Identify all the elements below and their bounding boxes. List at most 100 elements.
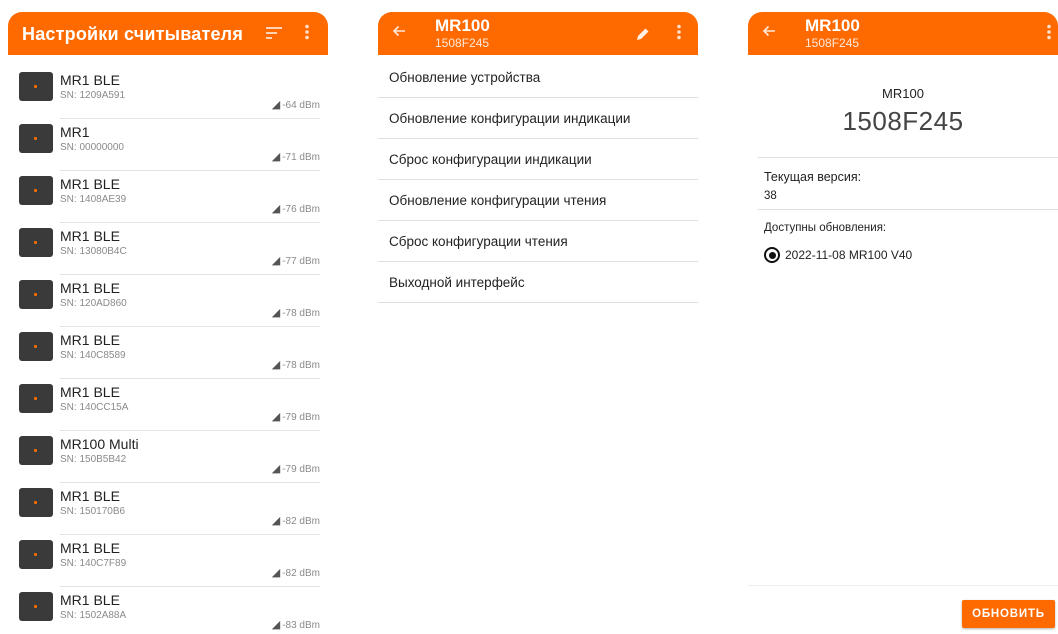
- signal-value: -82 dBm: [282, 568, 320, 579]
- arrow-back-icon[interactable]: [392, 22, 406, 43]
- reader-device-icon: [19, 124, 53, 153]
- reader-serial: SN: 1408AE39: [60, 194, 127, 205]
- menu-item-label: Обновление конфигурации индикации: [389, 111, 631, 126]
- device-subtitle: 1508F245: [805, 36, 860, 50]
- reader-name: MR1 BLE: [60, 332, 120, 348]
- device-title: MR100: [805, 16, 860, 35]
- reader-list-item[interactable]: MR1 BLE SN: 1209A591 ◢ -64 dBm: [8, 67, 328, 119]
- signal-value: -64 dBm: [282, 100, 320, 111]
- divider: [758, 209, 1058, 210]
- reader-name: MR1 BLE: [60, 176, 120, 192]
- screen-title: Настройки считывателя: [22, 24, 244, 44]
- signal-strength: ◢ -78 dBm: [272, 358, 320, 371]
- app-bar: MR100 1508F245: [748, 12, 1058, 55]
- signal-value: -82 dBm: [282, 516, 320, 527]
- signal-value: -71 dBm: [282, 152, 320, 163]
- menu-item[interactable]: Сброс конфигурации чтения: [378, 221, 698, 262]
- signal-strength: ◢ -82 dBm: [272, 514, 320, 527]
- reader-device-icon: [19, 280, 53, 309]
- reader-name: MR1 BLE: [60, 228, 120, 244]
- reader-serial: SN: 00000000: [60, 142, 124, 153]
- reader-serial: SN: 140C8589: [60, 350, 126, 361]
- reader-name: MR1 BLE: [60, 280, 120, 296]
- arrow-back-icon[interactable]: [762, 22, 776, 43]
- divider: [758, 157, 1058, 158]
- reader-device-icon: [19, 72, 53, 101]
- reader-name: MR1: [60, 124, 90, 140]
- signal-icon: ◢: [271, 203, 281, 215]
- device-serial: 1508F245: [842, 106, 964, 136]
- reader-device-icon: [19, 176, 53, 205]
- reader-serial: SN: 140CC15A: [60, 402, 129, 413]
- more-vert-icon[interactable]: [676, 24, 682, 45]
- reader-list-item[interactable]: MR1 BLE SN: 13080B4C ◢ -77 dBm: [8, 223, 328, 275]
- app-bar: MR100 1508F245: [378, 12, 698, 55]
- device-update-screen: MR100 1508F245 MR100 1508F245 Текущая ве…: [748, 0, 1058, 634]
- updates-available-label: Доступны обновления:: [764, 222, 887, 234]
- signal-icon: ◢: [271, 99, 281, 111]
- reader-list-item[interactable]: MR1 SN: 00000000 ◢ -71 dBm: [8, 119, 328, 171]
- device-model: MR100: [882, 86, 924, 101]
- reader-device-icon: [19, 436, 53, 465]
- reader-list: MR1 BLE SN: 1209A591 ◢ -64 dBm MR1 SN: 000000…: [8, 67, 328, 634]
- reader-serial: SN: 140C7F89: [60, 558, 127, 569]
- signal-value: -83 dBm: [282, 620, 320, 631]
- reader-list-item[interactable]: MR1 BLE SN: 140CC15A ◢ -79 dBm: [8, 379, 328, 431]
- reader-serial: SN: 13080B4C: [60, 246, 127, 257]
- signal-value: -79 dBm: [282, 464, 320, 475]
- reader-device-icon: [19, 228, 53, 257]
- signal-icon: ◢: [271, 619, 281, 631]
- reader-name: MR100 Multi: [60, 436, 139, 452]
- sort-icon[interactable]: [266, 24, 282, 45]
- signal-value: -78 dBm: [282, 308, 320, 319]
- reader-name: MR1 BLE: [60, 488, 120, 504]
- signal-strength: ◢ -78 dBm: [272, 306, 320, 319]
- signal-strength: ◢ -71 dBm: [272, 150, 320, 163]
- menu-item[interactable]: Сброс конфигурации индикации: [378, 139, 698, 180]
- reader-list-item[interactable]: MR1 BLE SN: 1502A88A ◢ -83 dBm: [8, 587, 328, 634]
- reader-list-item[interactable]: MR1 BLE SN: 140C8589 ◢ -78 dBm: [8, 327, 328, 379]
- radio-selected-icon[interactable]: [764, 247, 780, 263]
- signal-value: -77 dBm: [282, 256, 320, 267]
- reader-list-item[interactable]: MR1 BLE SN: 150170B6 ◢ -82 dBm: [8, 483, 328, 535]
- reader-list-item[interactable]: MR1 BLE SN: 1408AE39 ◢ -76 dBm: [8, 171, 328, 223]
- reader-list-item[interactable]: MR1 BLE SN: 140C7F89 ◢ -82 dBm: [8, 535, 328, 587]
- signal-icon: ◢: [271, 359, 281, 371]
- reader-serial: SN: 150B5B42: [60, 454, 127, 465]
- reader-name: MR1 BLE: [60, 72, 120, 88]
- reader-device-icon: [19, 384, 53, 413]
- device-title: MR100: [435, 16, 490, 35]
- divider: [748, 585, 1058, 586]
- menu-item[interactable]: Обновление конфигурации чтения: [378, 180, 698, 221]
- menu-item[interactable]: Обновление устройства: [378, 57, 698, 98]
- current-version-label: Текущая версия:: [764, 170, 862, 184]
- menu-item-label: Сброс конфигурации индикации: [389, 152, 592, 167]
- signal-strength: ◢ -83 dBm: [272, 618, 320, 631]
- reader-serial: SN: 150170B6: [60, 506, 126, 517]
- menu-item-label: Сброс конфигурации чтения: [389, 234, 568, 249]
- update-button[interactable]: ОБНОВИТЬ: [962, 600, 1055, 628]
- reader-list-item[interactable]: MR1 BLE SN: 120AD860 ◢ -78 dBm: [8, 275, 328, 327]
- reader-name: MR1 BLE: [60, 592, 120, 608]
- more-vert-icon[interactable]: [304, 24, 310, 45]
- reader-device-icon: [19, 488, 53, 517]
- menu-item-label: Выходной интерфейс: [389, 275, 525, 290]
- signal-icon: ◢: [271, 307, 281, 319]
- menu-item[interactable]: Выходной интерфейс: [378, 262, 698, 303]
- current-version-value: 38: [764, 190, 777, 202]
- reader-device-icon: [19, 332, 53, 361]
- menu-item[interactable]: Обновление конфигурации индикации: [378, 98, 698, 139]
- app-bar: Настройки считывателя: [8, 12, 328, 55]
- pencil-icon[interactable]: [636, 25, 650, 46]
- more-vert-icon[interactable]: [1046, 24, 1052, 45]
- reader-device-icon: [19, 592, 53, 621]
- signal-icon: ◢: [271, 463, 281, 475]
- reader-list-item[interactable]: MR100 Multi SN: 150B5B42 ◢ -79 dBm: [8, 431, 328, 483]
- reader-name: MR1 BLE: [60, 384, 120, 400]
- signal-strength: ◢ -82 dBm: [272, 566, 320, 579]
- signal-strength: ◢ -64 dBm: [272, 98, 320, 111]
- device-menu-screen: MR100 1508F245 Обновление устройства Обно…: [378, 0, 698, 634]
- reader-serial: SN: 1502A88A: [60, 610, 127, 621]
- signal-icon: ◢: [271, 151, 281, 163]
- reader-name: MR1 BLE: [60, 540, 120, 556]
